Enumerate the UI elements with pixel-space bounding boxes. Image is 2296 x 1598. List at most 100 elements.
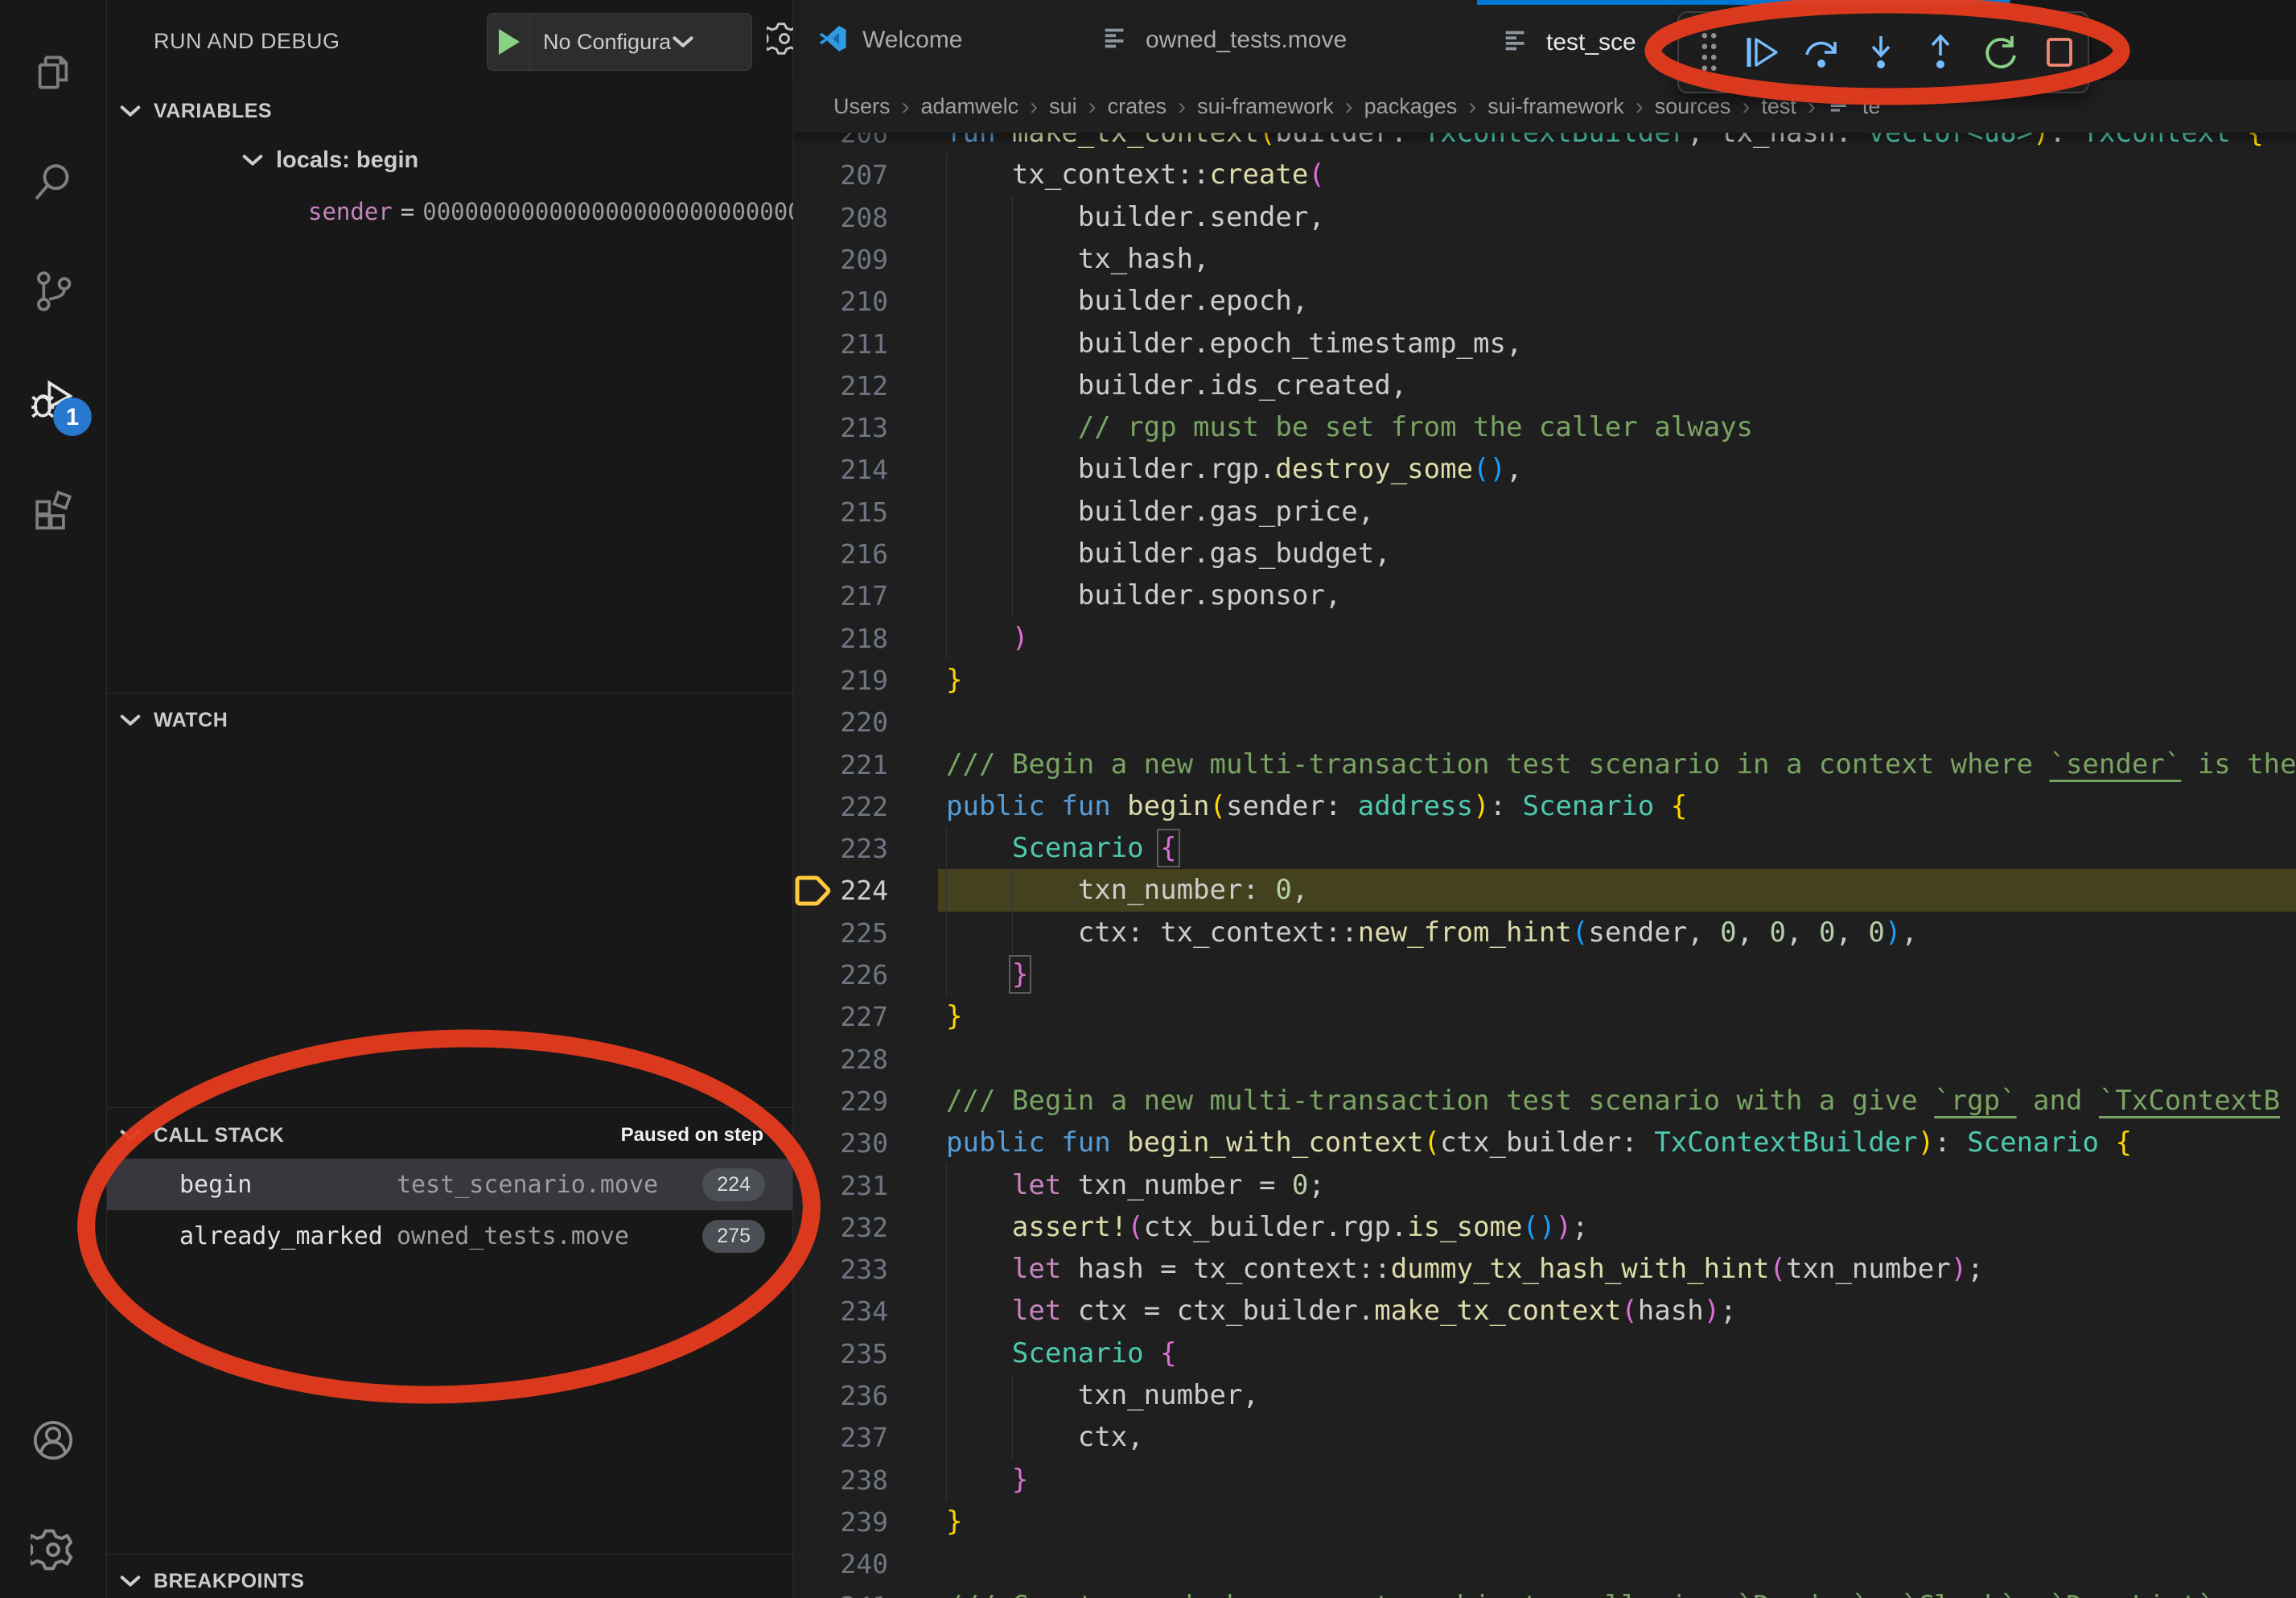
settings-gear-icon[interactable]	[31, 1527, 76, 1572]
line-number[interactable]: 216	[793, 533, 888, 575]
call-stack-frame[interactable]: begin test_scenario.move 224	[107, 1159, 792, 1210]
breadcrumb-item[interactable]: test	[1761, 94, 1796, 119]
stop-icon[interactable]	[2041, 34, 2078, 71]
gripper-icon[interactable]	[1697, 29, 1721, 76]
code-line[interactable]: 224 txn_number: 0,	[793, 869, 2296, 911]
code-line[interactable]: 230public fun begin_with_context(ctx_bui…	[793, 1122, 2296, 1163]
breadcrumb-item[interactable]: crates	[1108, 94, 1167, 119]
code-line[interactable]: 233 let hash = tx_context::dummy_tx_hash…	[793, 1248, 2296, 1290]
code-line[interactable]: 232 assert!(ctx_builder.rgp.is_some());	[793, 1206, 2296, 1248]
code-line[interactable]: 228	[793, 1038, 2296, 1080]
line-number[interactable]: 217	[793, 575, 888, 617]
code-line[interactable]: 239}	[793, 1501, 2296, 1542]
line-number[interactable]: 206	[793, 133, 888, 154]
breadcrumb-item[interactable]: adamwelc	[921, 94, 1019, 119]
tab-welcome[interactable]: Welcome	[793, 0, 1077, 80]
code-line[interactable]: 223 Scenario {	[793, 827, 2296, 869]
step-into-icon[interactable]	[1862, 34, 1899, 71]
step-over-icon[interactable]	[1803, 34, 1840, 71]
line-number[interactable]: 223	[793, 827, 888, 870]
line-number[interactable]: 234	[793, 1290, 888, 1332]
line-number[interactable]: 214	[793, 448, 888, 491]
line-number[interactable]: 239	[793, 1501, 888, 1543]
restart-icon[interactable]	[1981, 34, 2018, 71]
code-line[interactable]: 222public fun begin(sender: address): Sc…	[793, 785, 2296, 827]
breadcrumb-item[interactable]: sui-framework	[1197, 94, 1334, 119]
line-number[interactable]: 208	[793, 196, 888, 239]
line-number[interactable]: 227	[793, 995, 888, 1038]
line-number[interactable]: 232	[793, 1206, 888, 1249]
line-number[interactable]: 213	[793, 406, 888, 449]
variable-row[interactable]: sender = 000000000000000000000000000…	[308, 190, 816, 233]
line-number[interactable]: 226	[793, 953, 888, 996]
code-line[interactable]: 217 builder.sponsor,	[793, 575, 2296, 616]
breadcrumb-item[interactable]: sources	[1655, 94, 1731, 119]
code-line[interactable]: 235 Scenario {	[793, 1332, 2296, 1374]
start-debug-play-icon[interactable]	[499, 29, 520, 55]
code-line[interactable]: 231 let txn_number = 0;	[793, 1164, 2296, 1206]
code-line[interactable]: 206fun make_tx_context(builder: TxContex…	[793, 133, 2296, 154]
line-number[interactable]: 233	[793, 1248, 888, 1291]
line-number[interactable]: 228	[793, 1038, 888, 1081]
tab-owned-tests-move[interactable]: owned_tests.move	[1076, 0, 1478, 80]
code-line[interactable]: 240	[793, 1542, 2296, 1584]
line-number[interactable]: 207	[793, 154, 888, 196]
code-line[interactable]: 236 txn_number,	[793, 1374, 2296, 1416]
code-line[interactable]: 209 tx_hash,	[793, 238, 2296, 280]
explorer-icon[interactable]	[31, 50, 76, 95]
code-line[interactable]: 212 builder.ids_created,	[793, 364, 2296, 406]
search-icon[interactable]	[31, 159, 76, 204]
variables-section-header[interactable]: VARIABLES	[107, 89, 792, 133]
code-line[interactable]: 234 let ctx = ctx_builder.make_tx_contex…	[793, 1290, 2296, 1332]
breadcrumb-item[interactable]: sui-framework	[1487, 94, 1624, 119]
line-number[interactable]: 231	[793, 1164, 888, 1207]
code-editor[interactable]: 206fun make_tx_context(builder: TxContex…	[793, 133, 2296, 1598]
line-number[interactable]: 225	[793, 912, 888, 954]
line-number[interactable]: 222	[793, 785, 888, 828]
line-number[interactable]: 209	[793, 238, 888, 281]
line-number[interactable]: 215	[793, 491, 888, 533]
run-and-debug-icon[interactable]: 1	[31, 378, 76, 423]
code-line[interactable]: 227}	[793, 995, 2296, 1037]
breadcrumb-file-item[interactable]: te	[1827, 91, 1881, 122]
line-number[interactable]: 220	[793, 701, 888, 743]
code-line[interactable]: 215 builder.gas_price,	[793, 491, 2296, 533]
line-number[interactable]: 212	[793, 364, 888, 407]
line-number[interactable]: 221	[793, 743, 888, 786]
line-number[interactable]: 241	[793, 1585, 888, 1598]
call-stack-section-header[interactable]: CALL STACK Paused on step	[107, 1114, 792, 1157]
code-line[interactable]: 220	[793, 701, 2296, 743]
code-line[interactable]: 219}	[793, 659, 2296, 701]
continue-icon[interactable]	[1743, 34, 1780, 71]
breadcrumb-item[interactable]: Users	[833, 94, 891, 119]
call-stack-frame[interactable]: already_marked owned_tests.move 275	[107, 1210, 792, 1262]
code-line[interactable]: 207 tx_context::create(	[793, 154, 2296, 196]
breakpoints-section-header[interactable]: BREAKPOINTS	[107, 1559, 792, 1598]
watch-section-header[interactable]: WATCH	[107, 698, 792, 742]
source-control-icon[interactable]	[31, 269, 76, 314]
code-line[interactable]: 229/// Begin a new multi-transaction tes…	[793, 1080, 2296, 1122]
line-number[interactable]: 230	[793, 1122, 888, 1164]
line-number[interactable]: 238	[793, 1459, 888, 1501]
breadcrumb-item[interactable]: packages	[1364, 94, 1458, 119]
line-number[interactable]: 219	[793, 659, 888, 702]
line-number[interactable]: 229	[793, 1080, 888, 1122]
line-number[interactable]: 237	[793, 1416, 888, 1459]
code-line[interactable]: 226 }	[793, 953, 2296, 995]
step-out-icon[interactable]	[1922, 34, 1959, 71]
code-line[interactable]: 225 ctx: tx_context::new_from_hint(sende…	[793, 912, 2296, 953]
line-number[interactable]: 235	[793, 1332, 888, 1375]
code-line[interactable]: 221/// Begin a new multi-transaction tes…	[793, 743, 2296, 785]
code-line[interactable]: 208 builder.sender,	[793, 196, 2296, 238]
code-line[interactable]: 210 builder.epoch,	[793, 280, 2296, 322]
variables-scope-row[interactable]: locals: begin	[242, 138, 418, 182]
code-line[interactable]: 216 builder.gas_budget,	[793, 533, 2296, 575]
line-number[interactable]: 211	[793, 323, 888, 365]
code-line[interactable]: 237 ctx,	[793, 1416, 2296, 1458]
code-line[interactable]: 211 builder.epoch_timestamp_ms,	[793, 323, 2296, 364]
breadcrumb-item[interactable]: sui	[1049, 94, 1077, 119]
extensions-icon[interactable]	[31, 488, 76, 533]
line-number[interactable]: 240	[793, 1542, 888, 1585]
code-line[interactable]: 214 builder.rgp.destroy_some(),	[793, 448, 2296, 490]
line-number[interactable]: 236	[793, 1374, 888, 1417]
